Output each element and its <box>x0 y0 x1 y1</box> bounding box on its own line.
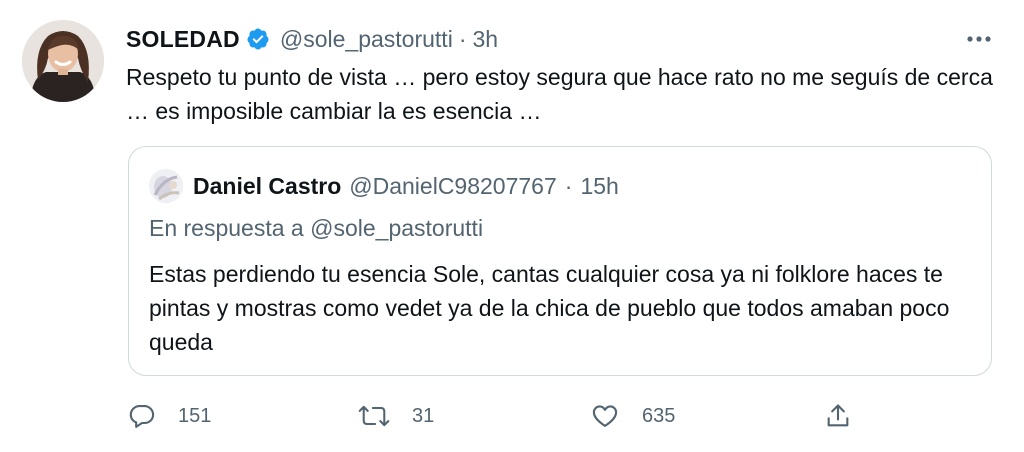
avatar[interactable] <box>22 20 104 102</box>
tweet-text: Respeto tu punto de vista … pero estoy s… <box>126 64 993 124</box>
quoted-avatar-image <box>149 169 183 203</box>
verified-badge-icon <box>247 28 269 50</box>
quoted-tweet-text: Estas perdiendo tu esencia Sole, cantas … <box>149 261 950 355</box>
reply-context: En respuesta a @sole_pastorutti <box>149 211 483 245</box>
tweet: SOLEDAD @sole_pastorutti · 3h Respeto tu… <box>0 0 1024 452</box>
action-bar: 151 31 635 <box>128 396 868 436</box>
avatar-image <box>22 20 104 102</box>
share-icon <box>827 404 849 427</box>
tweet-timestamp[interactable]: 3h <box>472 26 498 53</box>
reply-count: 151 <box>178 404 212 427</box>
quoted-tweet[interactable]: Daniel Castro @DanielC98207767 · 15h En … <box>128 146 992 376</box>
share-button[interactable] <box>824 396 852 436</box>
retweet-count: 31 <box>412 404 435 427</box>
separator-dot: · <box>458 25 467 52</box>
like-count: 635 <box>642 404 676 427</box>
retweet-icon <box>358 405 390 427</box>
more-options-button[interactable] <box>962 24 996 54</box>
author-handle[interactable]: @sole_pastorutti <box>280 26 453 53</box>
like-button[interactable]: 635 <box>590 396 675 436</box>
tweet-header: SOLEDAD @sole_pastorutti · 3h <box>126 22 498 56</box>
reply-prefix: En respuesta a <box>149 215 304 241</box>
retweet-button[interactable]: 31 <box>358 396 434 436</box>
quoted-author-handle[interactable]: @DanielC98207767 <box>349 173 557 200</box>
quoted-author-name[interactable]: Daniel Castro <box>193 173 341 200</box>
more-options-icon <box>967 36 991 42</box>
quoted-separator-dot: · <box>564 172 573 199</box>
author-name[interactable]: SOLEDAD <box>126 26 240 53</box>
quoted-timestamp[interactable]: 15h <box>580 173 618 200</box>
quoted-tweet-header: Daniel Castro @DanielC98207767 · 15h <box>149 169 619 203</box>
reply-button[interactable]: 151 <box>128 396 211 436</box>
quoted-avatar <box>149 169 183 203</box>
reply-mention[interactable]: @sole_pastorutti <box>310 215 483 241</box>
reply-icon <box>129 405 155 428</box>
heart-icon <box>592 405 618 427</box>
